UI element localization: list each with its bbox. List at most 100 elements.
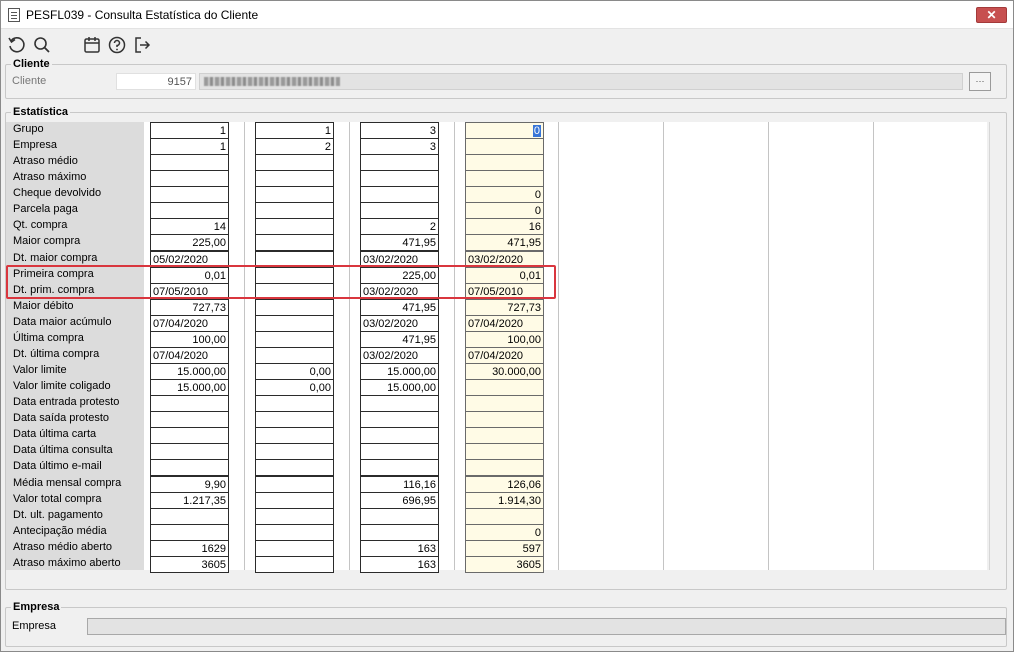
stat-cell[interactable] [150,395,229,412]
stat-cell[interactable] [465,395,544,412]
empresa-field[interactable] [87,618,1006,635]
stat-cell[interactable] [255,347,334,364]
stat-cell[interactable]: 3605 [465,556,544,573]
stat-cell[interactable] [465,154,544,171]
stat-cell[interactable]: 07/04/2020 [150,315,229,332]
stat-cell[interactable]: 100,00 [465,331,544,348]
stat-cell[interactable]: 16 [465,218,544,235]
stat-cell[interactable] [255,234,334,251]
stat-cell[interactable]: 1 [150,138,229,155]
stat-cell[interactable]: 727,73 [150,299,229,316]
stat-cell[interactable] [360,202,439,219]
stat-cell[interactable] [150,170,229,187]
stat-cell[interactable]: 0 [465,202,544,219]
stat-cell[interactable] [255,267,334,284]
stat-cell[interactable] [465,379,544,396]
stat-cell[interactable] [255,331,334,348]
search-icon[interactable] [32,35,52,55]
stat-cell[interactable]: 727,73 [465,299,544,316]
stat-cell[interactable]: 0 [465,186,544,203]
stat-cell[interactable]: 30.000,00 [465,363,544,380]
stat-cell[interactable] [360,170,439,187]
stat-cell[interactable]: 597 [465,540,544,557]
stat-cell[interactable] [465,508,544,525]
stat-cell[interactable]: 0,00 [255,379,334,396]
stat-cell[interactable] [255,170,334,187]
stat-cell[interactable] [255,492,334,509]
stat-cell[interactable]: 07/04/2020 [465,315,544,332]
stat-cell[interactable]: 05/02/2020 [150,251,229,268]
stat-cell[interactable]: 03/02/2020 [360,251,439,268]
stat-cell[interactable] [255,186,334,203]
stat-cell[interactable]: 1.914,30 [465,492,544,509]
vertical-scrollbar[interactable] [989,122,995,570]
stat-cell[interactable] [255,154,334,171]
stat-cell[interactable]: 9,90 [150,476,229,493]
stat-cell[interactable]: 1629 [150,540,229,557]
stat-cell[interactable] [150,154,229,171]
stat-cell[interactable] [150,411,229,428]
stat-cell[interactable]: 1 [150,122,229,139]
stat-cell[interactable] [465,459,544,476]
stat-cell[interactable] [255,476,334,493]
stat-cell[interactable] [465,411,544,428]
stat-cell[interactable]: 100,00 [150,331,229,348]
stat-cell[interactable] [360,154,439,171]
stat-cell[interactable]: 15.000,00 [360,363,439,380]
stat-cell[interactable]: 163 [360,540,439,557]
stat-cell[interactable]: 0 [465,524,544,541]
stat-cell[interactable]: 07/05/2010 [150,283,229,300]
stat-cell[interactable]: 14 [150,218,229,235]
stat-cell[interactable] [150,459,229,476]
stat-cell[interactable]: 15.000,00 [360,379,439,396]
stat-cell[interactable]: 07/05/2010 [465,283,544,300]
stat-cell[interactable] [255,395,334,412]
stat-cell[interactable]: 471,95 [465,234,544,251]
stat-cell[interactable] [255,411,334,428]
stat-cell[interactable] [150,186,229,203]
stat-cell[interactable]: 3 [360,122,439,139]
stat-cell[interactable]: 0,01 [150,267,229,284]
stat-cell[interactable] [255,508,334,525]
stat-cell[interactable]: 15.000,00 [150,363,229,380]
client-code-field[interactable]: 9157 [116,73,196,90]
stat-cell[interactable] [465,443,544,460]
stat-cell[interactable] [255,556,334,573]
stat-cell[interactable]: 1.217,35 [150,492,229,509]
stat-cell[interactable]: 03/02/2020 [465,251,544,268]
stat-cell[interactable]: 225,00 [360,267,439,284]
stat-cell[interactable]: 471,95 [360,234,439,251]
stat-cell[interactable]: 163 [360,556,439,573]
stat-cell[interactable] [255,202,334,219]
close-button[interactable]: ✕ [976,7,1007,23]
stat-cell[interactable]: 471,95 [360,299,439,316]
stat-cell[interactable]: 3 [360,138,439,155]
stat-cell[interactable] [150,508,229,525]
stat-cell[interactable] [255,283,334,300]
stat-cell[interactable]: 3605 [150,556,229,573]
stat-cell[interactable] [360,508,439,525]
stat-cell[interactable]: 03/02/2020 [360,347,439,364]
stat-cell[interactable] [360,459,439,476]
help-icon[interactable] [107,35,127,55]
stat-cell[interactable]: 126,06 [465,476,544,493]
stat-cell[interactable]: 1 [255,122,334,139]
stat-cell[interactable] [360,186,439,203]
stat-cell[interactable] [465,138,544,155]
stat-cell[interactable] [150,524,229,541]
lookup-button[interactable]: ··· [969,72,991,91]
stat-cell[interactable] [255,299,334,316]
stat-cell[interactable] [465,170,544,187]
stat-cell[interactable]: 471,95 [360,331,439,348]
stat-cell[interactable]: 03/02/2020 [360,283,439,300]
stat-cell[interactable] [150,427,229,444]
stat-cell[interactable]: 2 [255,138,334,155]
stat-cell[interactable] [360,524,439,541]
stat-cell[interactable]: 07/04/2020 [150,347,229,364]
stat-cell[interactable]: 03/02/2020 [360,315,439,332]
stat-cell[interactable]: 2 [360,218,439,235]
stat-cell[interactable] [360,411,439,428]
stat-cell[interactable] [255,218,334,235]
stat-cell[interactable]: 0,01 [465,267,544,284]
stat-cell[interactable]: 15.000,00 [150,379,229,396]
